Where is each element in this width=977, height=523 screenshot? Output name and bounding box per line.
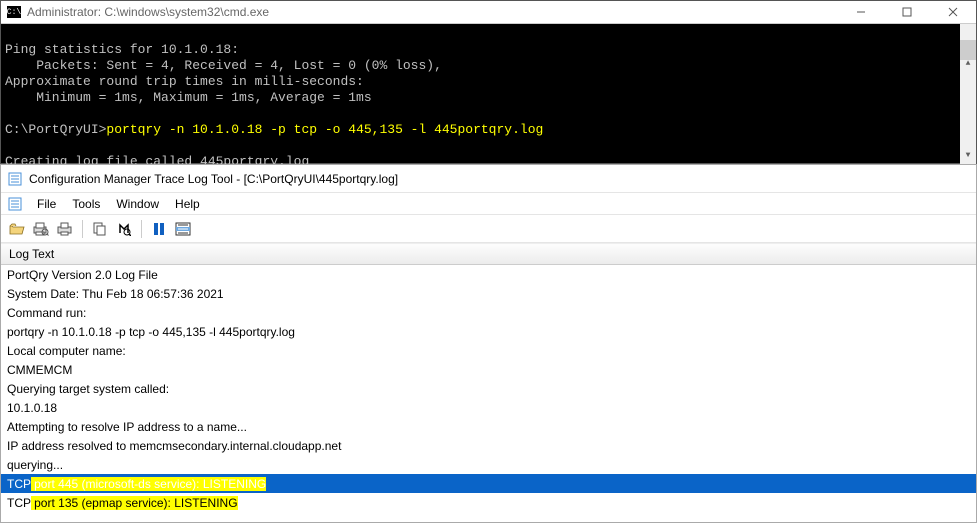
menu-help[interactable]: Help bbox=[167, 195, 208, 213]
cmd-line: Approximate round trip times in milli-se… bbox=[5, 74, 364, 89]
log-column-header[interactable]: Log Text bbox=[1, 243, 976, 265]
cmd-icon: C:\ bbox=[7, 6, 21, 18]
print-preview-button[interactable] bbox=[31, 219, 51, 239]
log-row[interactable]: System Date: Thu Feb 18 06:57:36 2021 bbox=[1, 284, 976, 303]
trace-menubar: File Tools Window Help bbox=[1, 193, 976, 215]
pause-button[interactable] bbox=[149, 219, 169, 239]
log-row[interactable]: portqry -n 10.1.0.18 -p tcp -o 445,135 -… bbox=[1, 322, 976, 341]
cmd-title-text: Administrator: C:\windows\system32\cmd.e… bbox=[27, 5, 269, 19]
cmd-line: Packets: Sent = 4, Received = 4, Lost = … bbox=[5, 58, 442, 73]
find-button[interactable] bbox=[114, 219, 134, 239]
toolbar-separator bbox=[141, 220, 142, 238]
log-row[interactable]: TCP port 135 (epmap service): LISTENING bbox=[1, 493, 976, 512]
cmd-scrollbar[interactable]: ▲ ▼ bbox=[960, 24, 976, 164]
log-cell-highlight: port 135 (epmap service): LISTENING bbox=[31, 496, 238, 510]
menu-file[interactable]: File bbox=[29, 195, 64, 213]
cmd-titlebar[interactable]: C:\ Administrator: C:\windows\system32\c… bbox=[1, 1, 976, 24]
close-button[interactable] bbox=[930, 1, 976, 23]
menu-window[interactable]: Window bbox=[108, 195, 167, 213]
log-cell: TCP bbox=[7, 477, 31, 491]
highlight-button[interactable] bbox=[173, 219, 193, 239]
log-row[interactable]: PortQry Version 2.0 Log File bbox=[1, 265, 976, 284]
log-row[interactable]: 10.1.0.18 bbox=[1, 398, 976, 417]
log-row[interactable]: querying... bbox=[1, 455, 976, 474]
trace-toolbar bbox=[1, 215, 976, 243]
cmd-window: C:\ Administrator: C:\windows\system32\c… bbox=[0, 0, 977, 164]
scroll-down-button[interactable]: ▼ bbox=[960, 148, 976, 164]
print-button[interactable] bbox=[55, 219, 75, 239]
cmd-prompt: C:\PortQryUI> bbox=[5, 122, 106, 137]
trace-doc-icon bbox=[7, 196, 23, 212]
maximize-button[interactable] bbox=[884, 1, 930, 23]
menu-tools[interactable]: Tools bbox=[64, 195, 108, 213]
cmd-body[interactable]: Ping statistics for 10.1.0.18: Packets: … bbox=[1, 24, 976, 164]
cmd-command-input: portqry -n 10.1.0.18 -p tcp -o 445,135 -… bbox=[106, 122, 543, 137]
log-body[interactable]: PortQry Version 2.0 Log File System Date… bbox=[1, 265, 976, 512]
log-row[interactable]: Attempting to resolve IP address to a na… bbox=[1, 417, 976, 436]
log-row[interactable]: CMMEMCM bbox=[1, 360, 976, 379]
log-row[interactable]: Querying target system called: bbox=[1, 379, 976, 398]
copy-button[interactable] bbox=[90, 219, 110, 239]
log-row[interactable]: Command run: bbox=[1, 303, 976, 322]
trace-titlebar[interactable]: Configuration Manager Trace Log Tool - [… bbox=[1, 165, 976, 193]
log-row[interactable]: Local computer name: bbox=[1, 341, 976, 360]
log-cell-highlight: port 445 (microsoft-ds service): LISTENI… bbox=[31, 477, 266, 491]
cmd-line: Ping statistics for 10.1.0.18: bbox=[5, 42, 239, 57]
scroll-thumb[interactable] bbox=[960, 40, 976, 60]
open-button[interactable] bbox=[7, 219, 27, 239]
log-header-text: Log Text bbox=[9, 247, 54, 261]
log-row[interactable]: IP address resolved to memcmsecondary.in… bbox=[1, 436, 976, 455]
trace-title-text: Configuration Manager Trace Log Tool - [… bbox=[29, 172, 398, 186]
toolbar-separator bbox=[82, 220, 83, 238]
trace-app-icon bbox=[7, 171, 23, 187]
log-cell: TCP bbox=[7, 496, 31, 510]
trace-log-window: Configuration Manager Trace Log Tool - [… bbox=[0, 164, 977, 523]
cmd-line: Minimum = 1ms, Maximum = 1ms, Average = … bbox=[5, 90, 372, 105]
minimize-button[interactable] bbox=[838, 1, 884, 23]
window-controls bbox=[838, 1, 976, 23]
log-row-selected[interactable]: TCP port 445 (microsoft-ds service): LIS… bbox=[1, 474, 976, 493]
